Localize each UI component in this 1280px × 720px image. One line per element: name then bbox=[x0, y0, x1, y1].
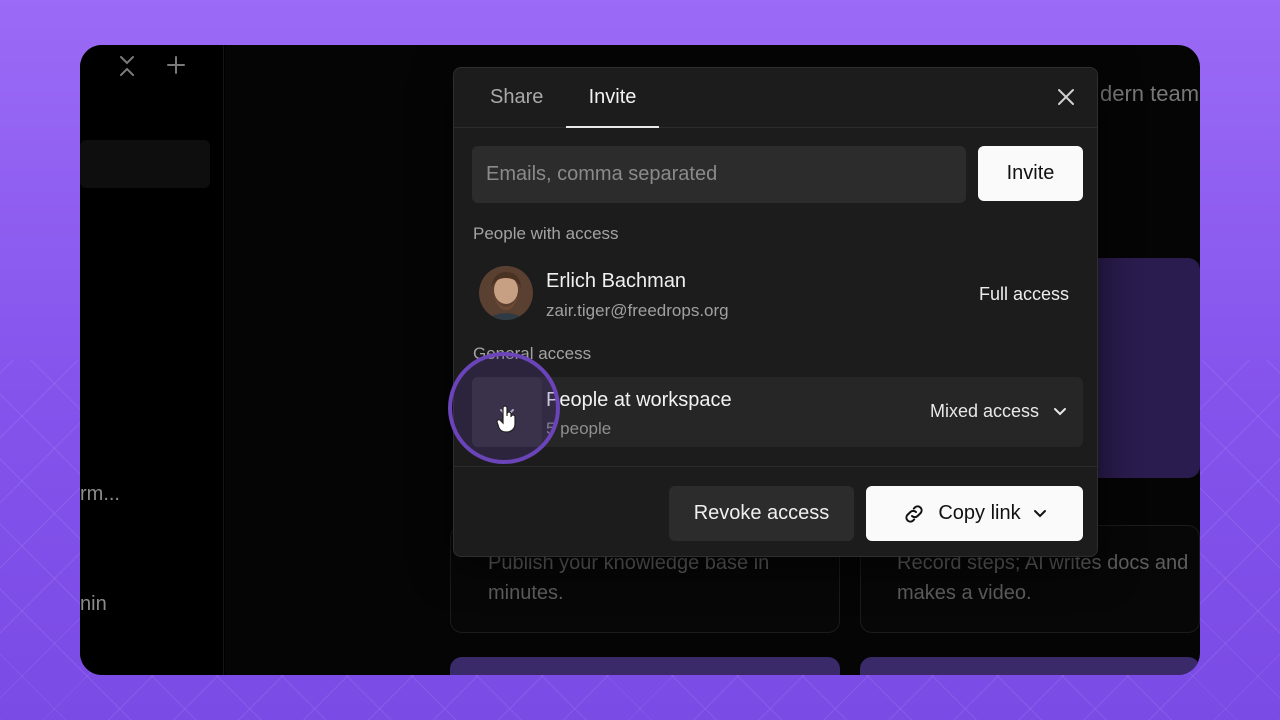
person-name: Erlich Bachman bbox=[546, 270, 687, 292]
collapse-icon[interactable] bbox=[118, 55, 136, 81]
invite-button[interactable]: Invite bbox=[978, 146, 1083, 201]
sidebar-divider bbox=[223, 45, 224, 675]
link-icon bbox=[905, 504, 923, 523]
avatar bbox=[479, 266, 533, 320]
email-input[interactable] bbox=[472, 146, 966, 203]
pointer-hand-icon bbox=[496, 404, 520, 434]
general-access-title: People at workspace bbox=[546, 389, 732, 411]
person-email: zair.tiger@freedrops.org bbox=[546, 301, 729, 320]
chevron-down-icon bbox=[1033, 509, 1046, 517]
tab-invite[interactable]: Invite bbox=[566, 86, 659, 128]
feature-card-bottom-left bbox=[450, 657, 840, 675]
card-description: Publish your knowledge base in minutes. bbox=[488, 552, 770, 604]
copy-link-label: Copy link bbox=[938, 502, 1021, 524]
card-description: Record steps; AI writes docs and makes a… bbox=[897, 552, 1189, 604]
content-heading: dern team bbox=[1100, 81, 1200, 106]
access-level-select[interactable]: Full access bbox=[979, 284, 1069, 305]
sidebar-active-item[interactable] bbox=[80, 140, 210, 188]
people-section-label: People with access bbox=[473, 224, 619, 243]
close-icon[interactable] bbox=[1053, 84, 1079, 110]
general-access-select[interactable]: Mixed access bbox=[930, 401, 1067, 422]
sidebar: rm... nin bbox=[80, 45, 225, 675]
revoke-access-button[interactable]: Revoke access bbox=[669, 486, 854, 541]
chevron-down-icon bbox=[1054, 407, 1066, 415]
tab-share[interactable]: Share bbox=[490, 86, 543, 128]
sidebar-item-partial[interactable]: rm... bbox=[80, 483, 120, 506]
share-dialog: Share Invite Invite People with access E… bbox=[453, 67, 1098, 557]
footer-divider bbox=[454, 466, 1097, 467]
feature-card-bottom-right bbox=[860, 657, 1200, 675]
sidebar-item-partial-2[interactable]: nin bbox=[80, 593, 107, 616]
tab-bar: Share Invite bbox=[454, 68, 1097, 128]
copy-link-button[interactable]: Copy link bbox=[866, 486, 1083, 541]
app-window: rm... nin dern team Publish your knowled… bbox=[80, 45, 1200, 675]
plus-icon[interactable] bbox=[166, 55, 186, 79]
general-access-row[interactable]: People at workspace 5 people Mixed acces… bbox=[472, 377, 1083, 447]
general-access-value: Mixed access bbox=[929, 401, 1039, 421]
